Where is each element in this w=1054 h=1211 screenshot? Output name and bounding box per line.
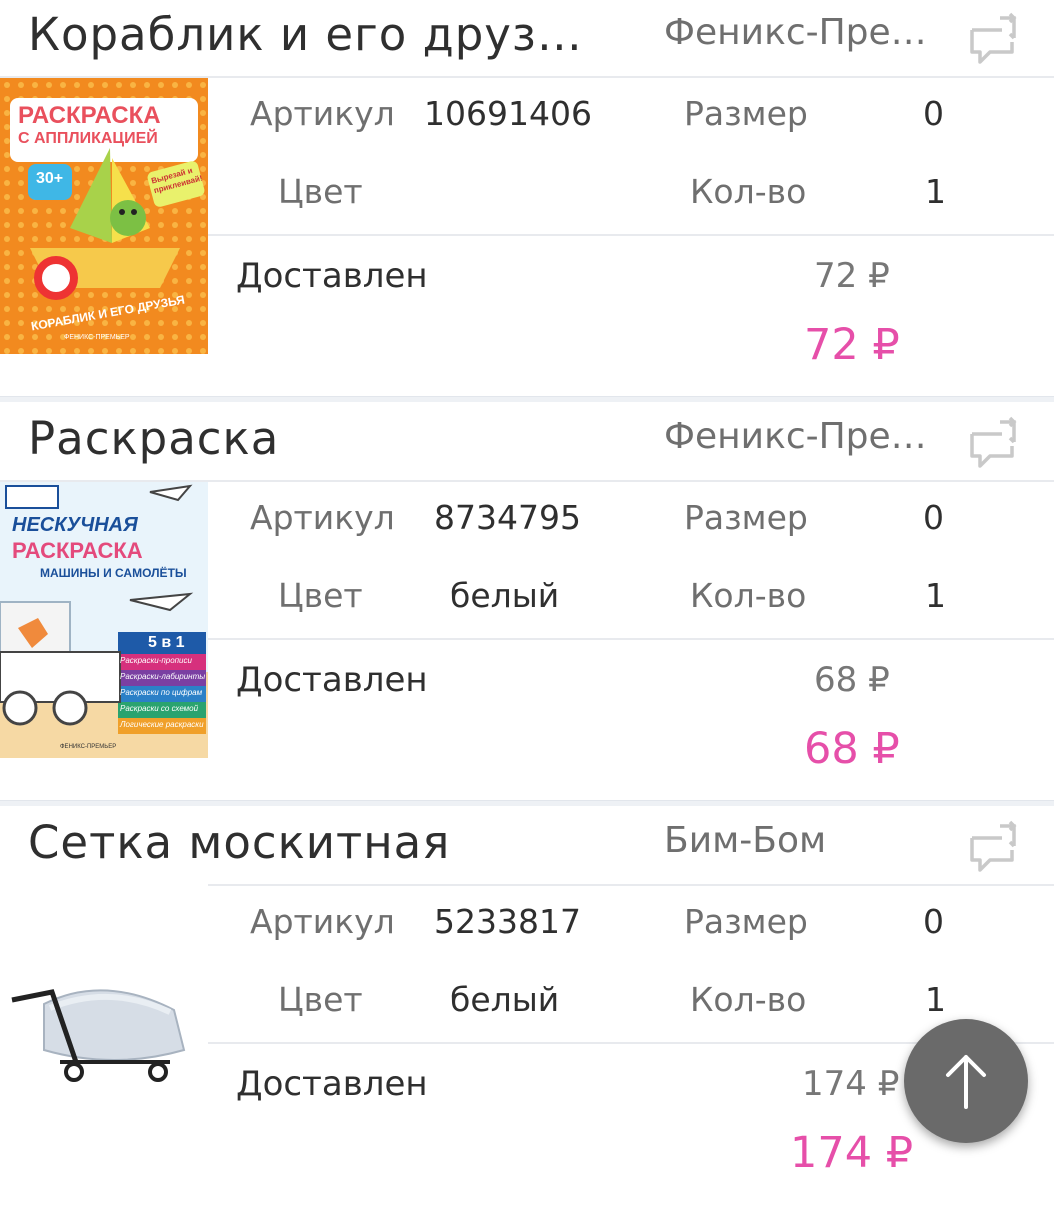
size-value: 0 [923, 902, 944, 941]
product-image[interactable] [0, 954, 208, 1092]
thumb-subtitle: МАШИНЫ И САМОЛЁТЫ [40, 566, 187, 580]
color-value: белый [450, 576, 560, 615]
price-paid: 72 ₽ [804, 320, 900, 370]
qty-value: 1 [925, 980, 946, 1019]
color-value: белый [450, 980, 560, 1019]
thumb-publisher: ФЕНИКС-ПРЕМЬЕР [64, 334, 130, 341]
thumb-heading: НЕСКУЧНАЯ [12, 514, 138, 536]
order-card: Сетка москитная Бим-Бом Артикул 5233817 … [0, 808, 1054, 1211]
qty-label: Кол-во [690, 980, 807, 1019]
color-label: Цвет [278, 576, 363, 615]
price-paid: 68 ₽ [804, 724, 900, 774]
order-status: Доставлен [236, 256, 428, 296]
seller-name[interactable]: Феникс-Пре… [664, 12, 934, 53]
product-title[interactable]: Раскраска [28, 412, 628, 465]
article-label: Артикул [250, 902, 395, 941]
article-label: Артикул [250, 498, 395, 537]
thumb-stripe: Раскраски со схемой [120, 704, 199, 713]
color-label: Цвет [278, 172, 363, 211]
thumb-badge: 30+ [36, 170, 64, 187]
qty-value: 1 [925, 576, 946, 615]
order-status: Доставлен [236, 660, 428, 700]
product-image[interactable]: НЕСКУЧНАЯ РАСКРАСКА МАШИНЫ И САМОЛЁТЫ 5 … [0, 482, 208, 758]
thumb-subheading: С АППЛИКАЦИЕЙ [18, 130, 158, 147]
color-label: Цвет [278, 980, 363, 1019]
size-label: Размер [684, 498, 808, 537]
divider [208, 884, 1054, 886]
seller-name[interactable]: Феникс-Пре… [664, 416, 934, 457]
order-card: Раскраска Феникс-Пре… НЕСКУЧНАЯ РАСКРАСК… [0, 404, 1054, 807]
article-value: 10691406 [424, 94, 592, 133]
product-title[interactable]: Кораблик и его друз… [28, 8, 628, 61]
chat-swap-icon[interactable] [966, 416, 1022, 470]
card-separator [0, 396, 1054, 402]
divider [208, 234, 1054, 236]
qty-value: 1 [925, 172, 946, 211]
qty-label: Кол-во [690, 172, 807, 211]
card-separator [0, 800, 1054, 806]
order-card: Кораблик и его друз… Феникс-Пре… РАСКРАС… [0, 0, 1054, 403]
arrow-up-icon [946, 1055, 986, 1109]
thumb-stripe: Раскраски-лабиринты [120, 672, 206, 681]
size-label: Размер [684, 902, 808, 941]
price-original: 174 ₽ [802, 1064, 900, 1104]
product-image[interactable]: РАСКРАСКА С АППЛИКАЦИЕЙ 30+ Вырезай и пр… [0, 78, 208, 354]
article-value: 5233817 [434, 902, 581, 941]
thumb-heading: РАСКРАСКА [18, 102, 161, 129]
article-value: 8734795 [434, 498, 581, 537]
product-title[interactable]: Сетка москитная [28, 816, 628, 869]
thumb-stripe: Логические раскраски [120, 720, 204, 729]
article-label: Артикул [250, 94, 395, 133]
size-value: 0 [923, 94, 944, 133]
thumb-stripe: Раскраски-прописи [120, 656, 192, 665]
thumb-publisher: ФЕНИКС-ПРЕМЬЕР [60, 744, 117, 750]
size-value: 0 [923, 498, 944, 537]
thumb-badge: 5 в 1 [148, 634, 185, 651]
scroll-top-button[interactable] [904, 1019, 1028, 1143]
size-label: Размер [684, 94, 808, 133]
price-original: 68 ₽ [814, 660, 890, 700]
thumb-subheading: РАСКРАСКА [12, 538, 143, 563]
order-status: Доставлен [236, 1064, 428, 1104]
qty-label: Кол-во [690, 576, 807, 615]
price-original: 72 ₽ [814, 256, 890, 296]
thumb-stripe: Раскраски по цифрам [120, 688, 203, 697]
seller-name[interactable]: Бим-Бом [664, 820, 934, 861]
price-paid: 174 ₽ [790, 1128, 914, 1178]
chat-swap-icon[interactable] [966, 820, 1022, 874]
divider [208, 638, 1054, 640]
chat-swap-icon[interactable] [966, 12, 1022, 66]
